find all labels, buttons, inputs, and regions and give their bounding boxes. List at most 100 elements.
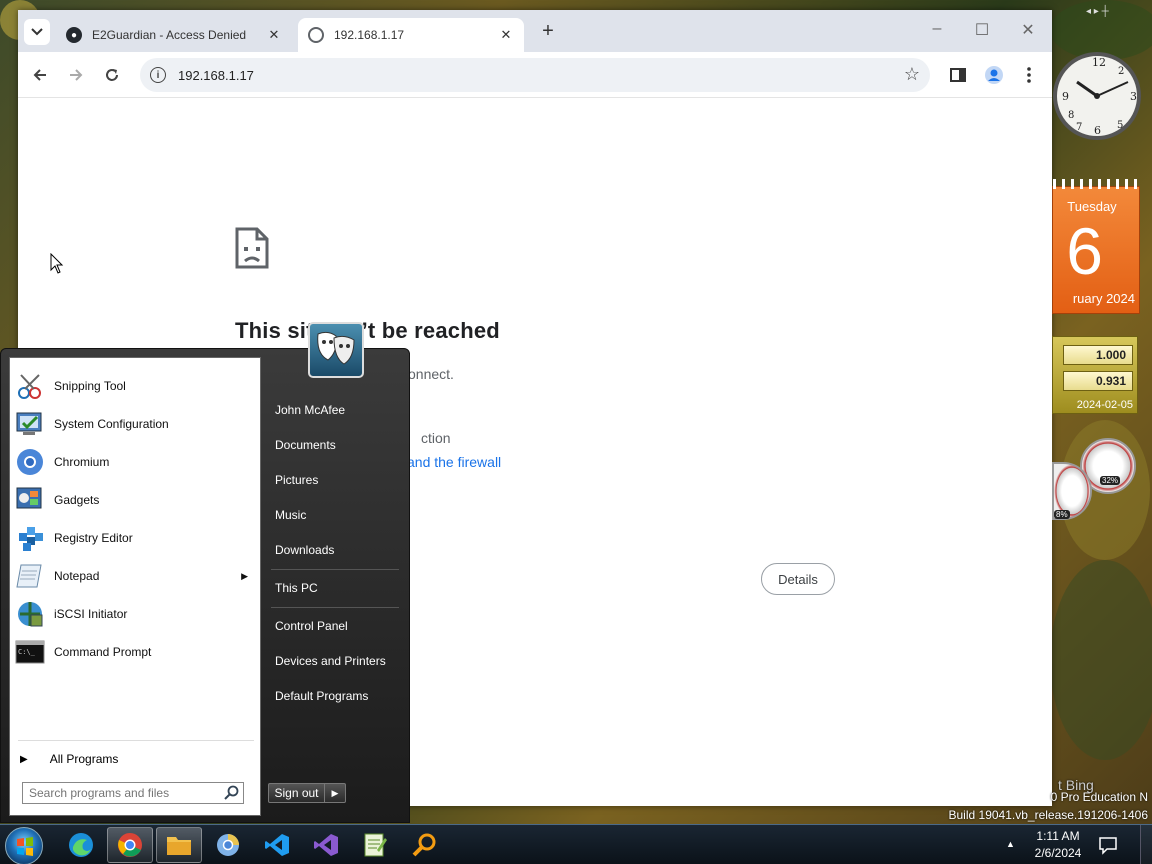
site-info-icon[interactable]: i [150,67,166,83]
program-command-prompt[interactable]: C:\_ Command Prompt [12,634,258,670]
svg-text:12: 12 [1092,56,1106,69]
profile-icon [985,66,1003,84]
downloads-link[interactable]: Downloads [275,543,334,557]
close-tab-icon[interactable]: ✕ [498,27,514,43]
maximize-button[interactable]: ☐ [972,20,992,40]
user-avatar[interactable] [308,322,364,378]
svg-text:6: 6 [1094,124,1101,137]
reload-button[interactable] [101,64,123,86]
taskbar-edge[interactable] [58,827,104,863]
theater-masks-icon [317,331,355,365]
notepadplusplus-icon [364,833,387,857]
start-menu: Snipping Tool System Configuration Chrom… [0,348,410,823]
firewall-link[interactable]: and the firewall [407,454,501,470]
calendar-gadget: Tuesday 6 ruary 2024 [1052,179,1141,314]
taskbar-search-tool[interactable] [401,827,447,863]
program-notepad[interactable]: Notepad ▶ [12,558,258,594]
menu-button[interactable] [1018,64,1040,86]
bookmark-star-icon[interactable]: ☆ [904,64,920,85]
notification-center-icon[interactable] [1098,835,1118,855]
taskbar-visual-studio[interactable] [303,827,349,863]
program-label: Chromium [54,455,110,469]
edge-icon [69,833,93,857]
address-bar[interactable]: i 192.168.1.17 ☆ [140,58,930,92]
taskbar-chrome[interactable] [107,827,153,863]
tab-search-button[interactable] [24,19,50,45]
default-programs-link[interactable]: Default Programs [275,689,368,703]
search-icon[interactable] [224,785,240,801]
chevron-down-icon [31,28,43,36]
error-title-left: This sit [235,318,314,343]
sad-page-icon [235,227,269,272]
program-label: Snipping Tool [54,379,126,393]
minimize-button[interactable]: – [927,20,947,38]
error-title: This sit ’t be reached [235,318,500,344]
gadgets-icon [14,484,46,516]
file-explorer-icon [167,837,191,855]
music-link[interactable]: Music [275,508,306,522]
tab-title: 192.168.1.17 [334,28,405,42]
taskbar-file-explorer[interactable] [156,827,202,863]
taskbar-vscode[interactable] [254,827,300,863]
currency-gadget: 1.000 0.931 2024-02-05 [1052,336,1138,414]
svg-text:C:\_: C:\_ [18,648,36,656]
devices-printers-link[interactable]: Devices and Printers [275,654,386,668]
submenu-arrow-icon[interactable]: ▶ [241,571,248,582]
program-registry-editor[interactable]: Registry Editor [12,520,258,556]
cmd-icon: C:\_ [14,636,46,668]
start-button[interactable] [5,827,43,864]
tab-192-168-1-17[interactable]: 192.168.1.17 ✕ [298,18,524,52]
scissors-icon [14,370,46,402]
calendar-rings [1053,179,1141,189]
program-snipping-tool[interactable]: Snipping Tool [12,368,258,404]
tab-title: E2Guardian - Access Denied [92,28,247,42]
program-label: iSCSI Initiator [54,607,128,621]
close-tab-icon[interactable]: ✕ [266,27,282,43]
program-iscsi-initiator[interactable]: iSCSI Initiator [12,596,258,632]
kebab-menu-icon [1027,67,1031,83]
profile-button[interactable] [983,64,1005,86]
all-programs-arrow-icon: ▶ [20,753,28,765]
currency-value-1: 1.000 [1063,345,1133,365]
show-desktop-button[interactable] [1140,825,1152,864]
documents-link[interactable]: Documents [275,438,336,452]
taskbar-chromium[interactable] [205,827,251,863]
taskbar: ▲ 1:11 AM 2/6/2024 [0,824,1152,864]
taskbar-clock[interactable]: 1:11 AM 2/6/2024 [1028,828,1088,862]
chromium-icon [217,834,239,856]
shutdown-options-arrow-icon[interactable]: ▶ [325,784,345,802]
tab-e2guardian[interactable]: ● E2Guardian - Access Denied ✕ [56,18,292,52]
program-chromium[interactable]: Chromium [12,444,258,480]
show-hidden-icons-button[interactable]: ▲ [1006,839,1015,849]
close-window-button[interactable]: ✕ [1018,20,1038,40]
program-gadgets[interactable]: Gadgets [12,482,258,518]
user-name-link[interactable]: John McAfee [275,403,345,417]
suggestion-line: ction [421,430,451,446]
chrome-icon [118,833,142,857]
back-arrow-icon [33,69,46,81]
details-button[interactable]: Details [761,563,835,595]
address-text: 192.168.1.17 [178,67,254,83]
new-tab-button[interactable]: + [538,21,558,41]
start-search-input[interactable] [22,782,244,804]
gadget-top-controls: ◂ ▸ ┼ [1086,6,1109,17]
control-panel-link[interactable]: Control Panel [275,619,348,633]
sign-out-button[interactable]: Sign out ▶ [268,783,346,803]
globe-icon [308,27,324,43]
taskbar-notepadplusplus[interactable] [352,827,398,863]
svg-text:9: 9 [1062,90,1069,103]
program-label: System Configuration [54,417,169,431]
error-title-right: ’t be reached [361,318,500,343]
forward-button[interactable] [65,64,87,86]
pictures-link[interactable]: Pictures [275,473,318,487]
program-system-configuration[interactable]: System Configuration [12,406,258,442]
clock-date: 2/6/2024 [1034,846,1082,860]
tab-strip: ● E2Guardian - Access Denied ✕ 192.168.1… [18,10,1052,52]
side-panel-button[interactable] [947,64,969,86]
regedit-icon [14,522,46,554]
back-button[interactable] [29,64,51,86]
all-programs-button[interactable]: ▶ All Programs [20,752,118,766]
msconfig-icon [14,408,46,440]
this-pc-link[interactable]: This PC [275,581,318,595]
divider [18,740,254,741]
